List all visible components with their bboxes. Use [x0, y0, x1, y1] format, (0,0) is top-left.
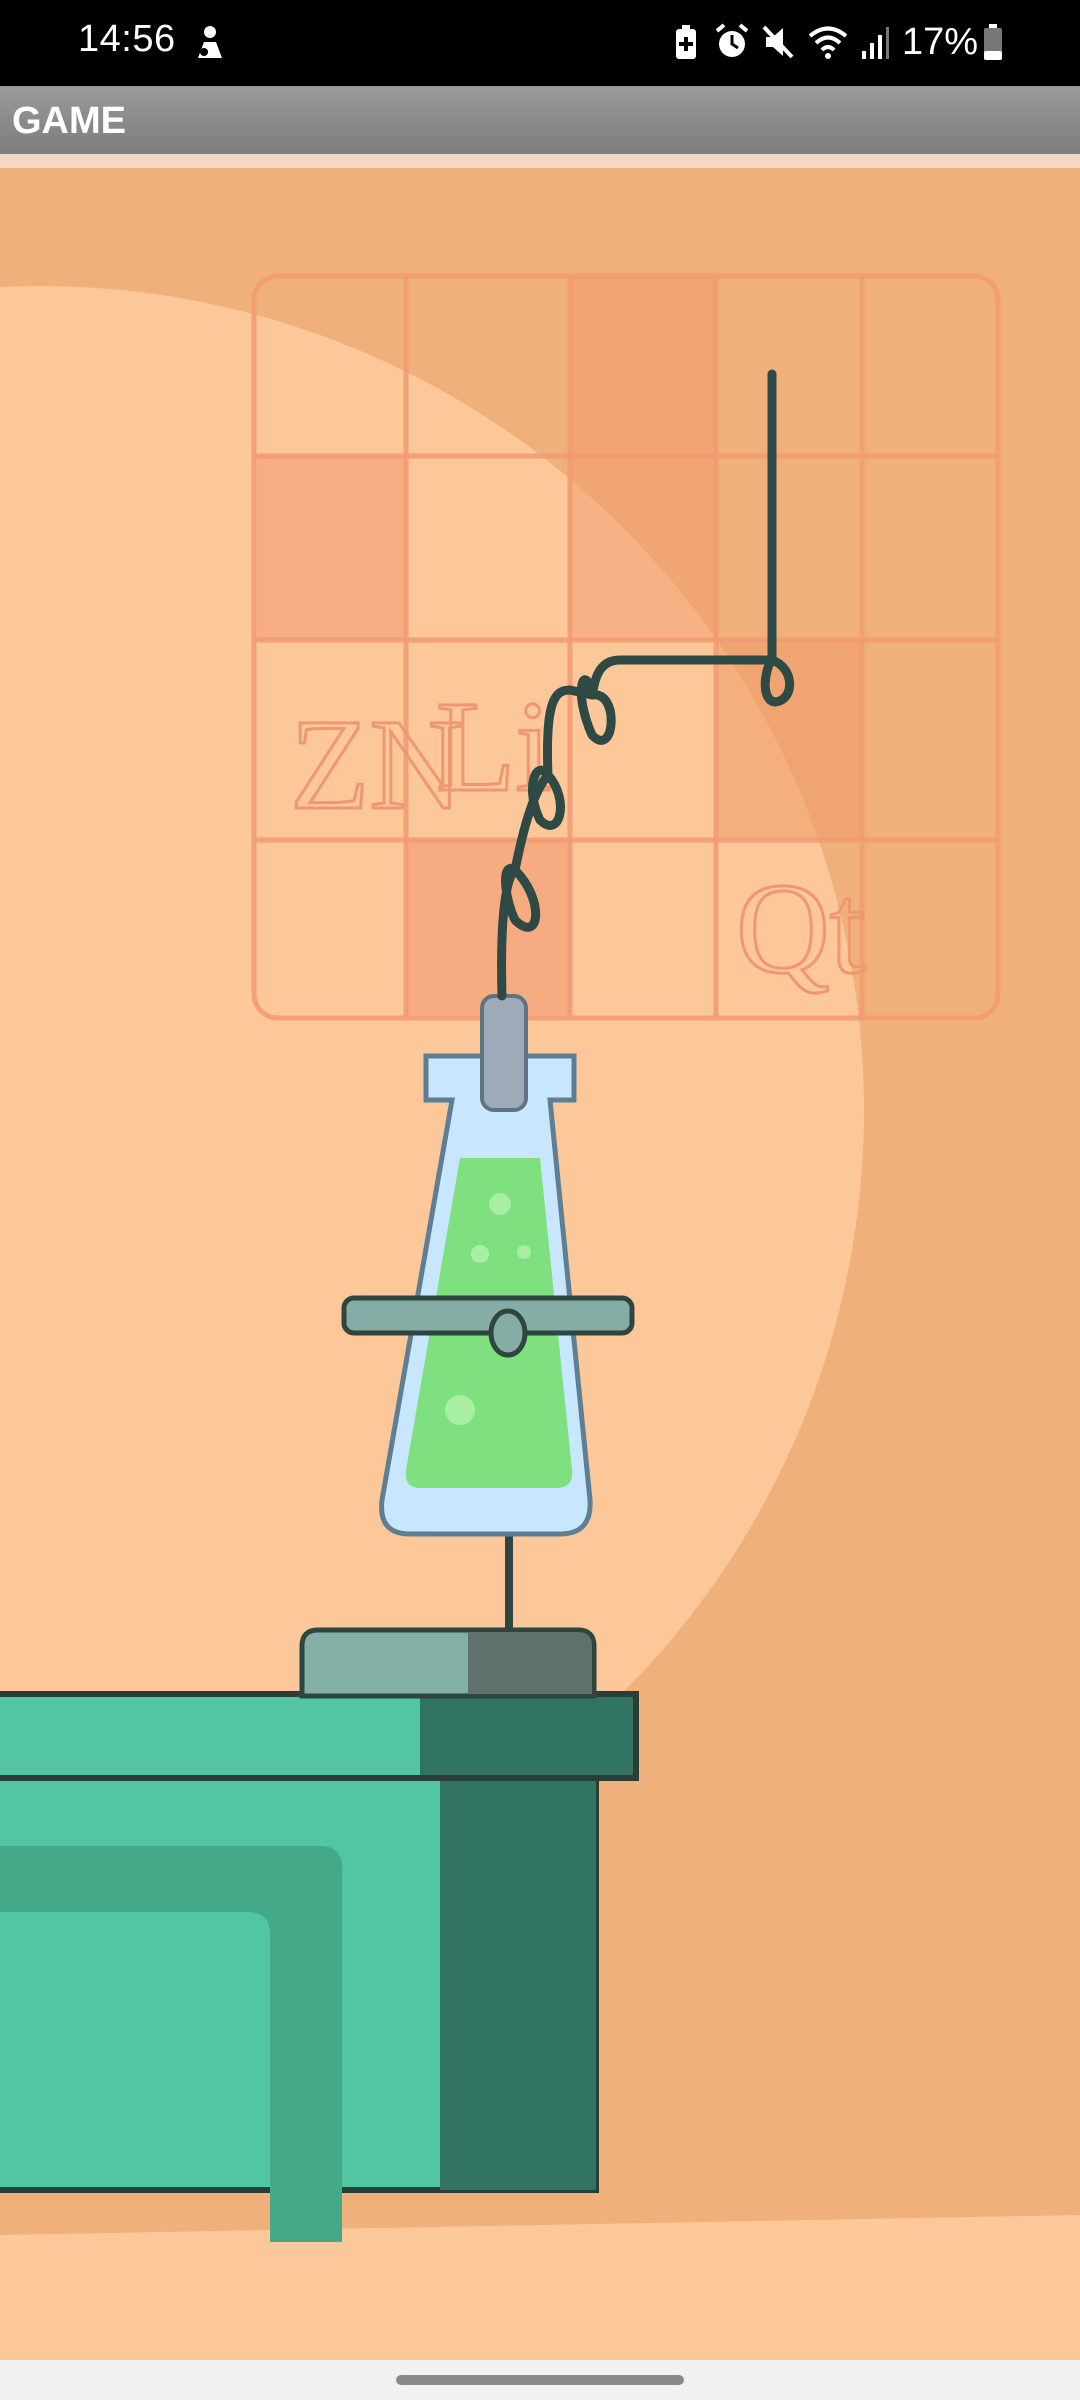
floor	[0, 2215, 1080, 2360]
app-bar: GAME	[0, 86, 1080, 154]
home-gesture-pill[interactable]	[396, 2375, 684, 2385]
navigation-bar	[0, 2360, 1080, 2400]
status-time: 14:56	[78, 18, 176, 60]
app-bar-shadow	[0, 154, 1080, 168]
signal-icon	[861, 27, 889, 59]
mute-icon	[762, 25, 794, 59]
chart-tile-qt: Qt	[736, 857, 866, 1001]
status-icons: 17%	[658, 18, 1004, 66]
person-notification-icon	[198, 26, 222, 58]
wifi-icon	[808, 26, 848, 59]
app-title: GAME	[12, 100, 126, 142]
battery-percent: 17%	[901, 20, 978, 63]
game-scene[interactable]: ZN Li Qt	[0, 168, 1080, 2360]
status-bar: 14:56 17%	[0, 0, 1080, 86]
alarm-icon	[715, 23, 749, 57]
desk	[0, 1691, 639, 2242]
game-canvas[interactable]: ZN Li Qt	[0, 168, 1080, 2360]
battery-icon	[984, 24, 1002, 60]
battery-saver-icon	[675, 25, 696, 59]
